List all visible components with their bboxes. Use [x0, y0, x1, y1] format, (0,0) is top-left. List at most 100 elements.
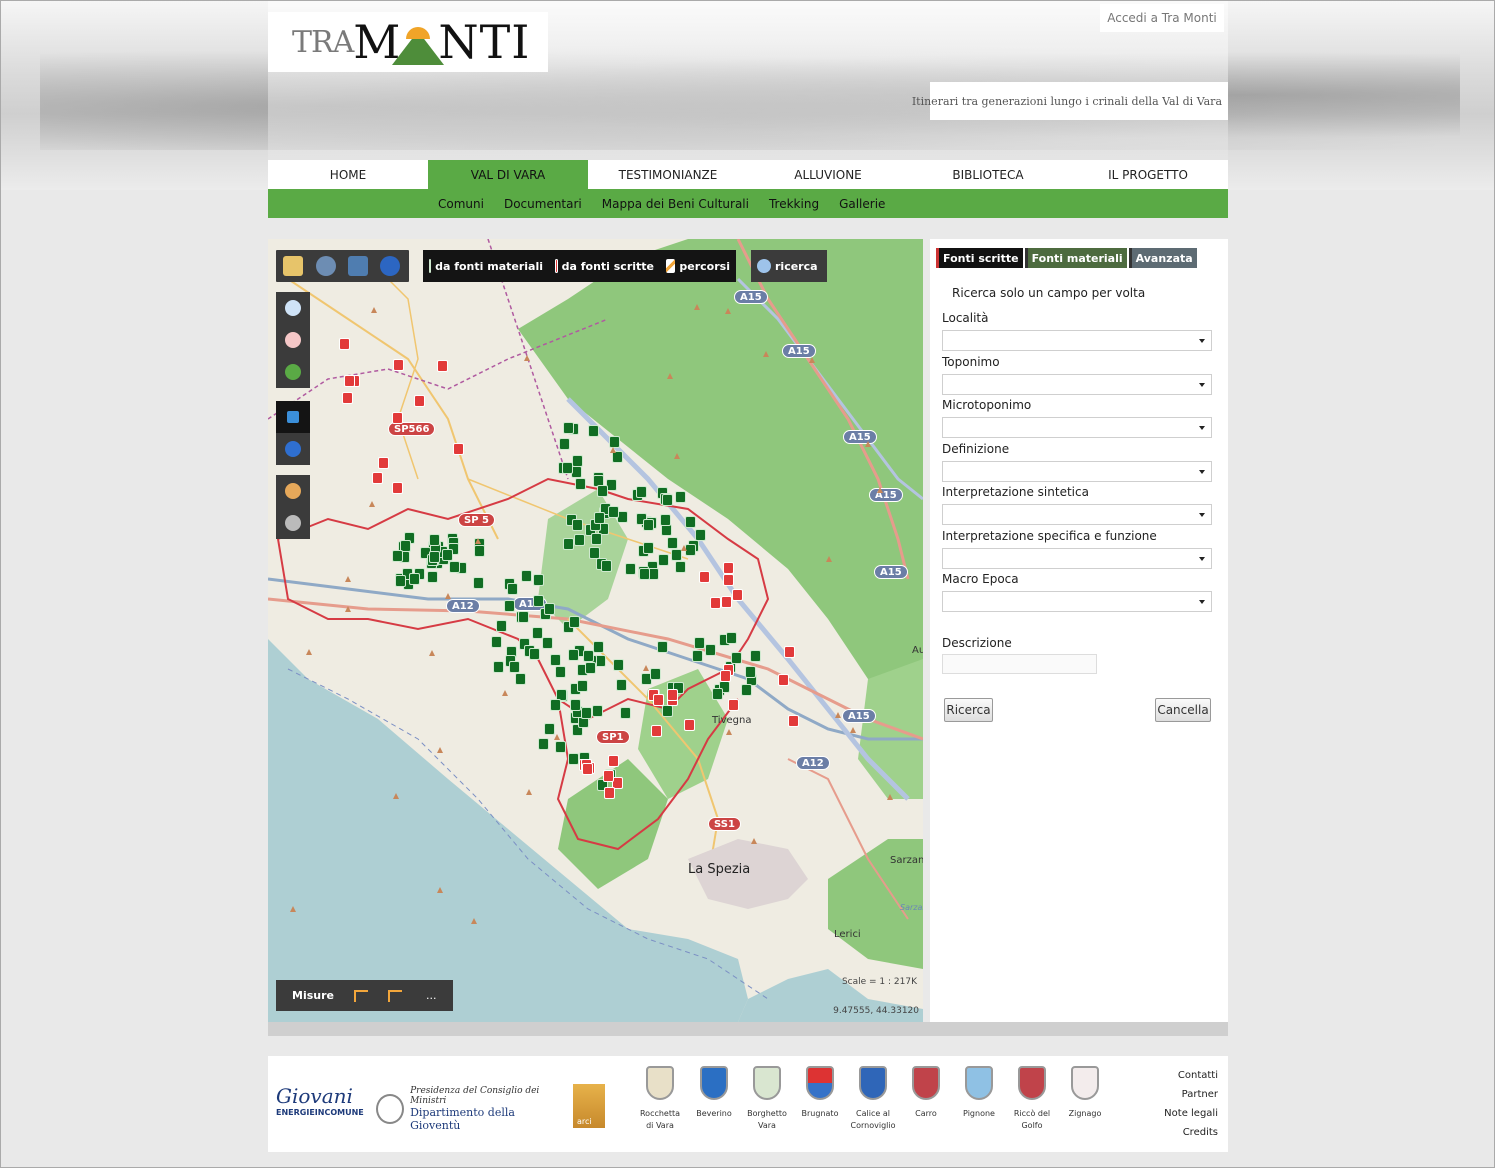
- material-source-marker-icon[interactable]: [531, 626, 543, 639]
- material-source-marker-icon[interactable]: [685, 516, 697, 529]
- subnav-comuni[interactable]: Comuni: [438, 197, 484, 211]
- material-source-marker-icon[interactable]: [392, 549, 404, 562]
- written-source-marker-icon[interactable]: [684, 719, 696, 732]
- written-source-marker-icon[interactable]: [393, 359, 405, 372]
- material-source-marker-icon[interactable]: [428, 533, 440, 546]
- material-source-marker-icon[interactable]: [613, 658, 625, 671]
- material-source-marker-icon[interactable]: [442, 549, 454, 562]
- material-source-marker-icon[interactable]: [705, 643, 717, 656]
- search-button[interactable]: Ricerca: [944, 698, 993, 722]
- footer-link-partner[interactable]: Partner: [1164, 1085, 1218, 1104]
- material-source-marker-icon[interactable]: [571, 454, 583, 467]
- written-source-marker-icon[interactable]: [651, 725, 662, 738]
- definizione-select[interactable]: [942, 461, 1212, 482]
- material-source-marker-icon[interactable]: [582, 650, 594, 663]
- written-source-marker-icon[interactable]: [392, 412, 404, 425]
- written-source-marker-icon[interactable]: [723, 573, 735, 586]
- material-source-marker-icon[interactable]: [473, 545, 485, 558]
- subnav-mappa-beni-culturali[interactable]: Mappa dei Beni Culturali: [602, 197, 749, 211]
- material-source-marker-icon[interactable]: [615, 678, 627, 691]
- crest-beverino[interactable]: Beverino: [686, 1066, 742, 1120]
- microtoponimo-select[interactable]: [942, 417, 1212, 438]
- material-source-marker-icon[interactable]: [570, 699, 582, 712]
- interpretazione-specifica-select[interactable]: [942, 548, 1212, 569]
- arci-logo[interactable]: arci: [573, 1084, 605, 1128]
- material-source-marker-icon[interactable]: [730, 652, 742, 665]
- written-source-marker-icon[interactable]: [437, 360, 449, 373]
- material-source-marker-icon[interactable]: [568, 752, 580, 765]
- written-source-marker-icon[interactable]: [602, 770, 614, 783]
- measure-more-button[interactable]: ...: [426, 989, 437, 1002]
- material-source-marker-icon[interactable]: [636, 485, 648, 498]
- material-source-marker-icon[interactable]: [617, 511, 629, 524]
- descrizione-input[interactable]: [942, 654, 1097, 674]
- written-source-marker-icon[interactable]: [604, 786, 616, 799]
- login-link[interactable]: Accedi a Tra Monti: [1100, 4, 1224, 32]
- material-source-marker-icon[interactable]: [643, 518, 655, 531]
- material-source-marker-icon[interactable]: [504, 599, 516, 612]
- zoom-box-out-button[interactable]: [276, 507, 310, 539]
- dipartimento-logo[interactable]: Presidenza del Consiglio dei Ministri Di…: [376, 1086, 566, 1132]
- material-source-marker-icon[interactable]: [543, 603, 555, 616]
- material-source-marker-icon[interactable]: [576, 679, 588, 692]
- written-source-marker-icon[interactable]: [722, 561, 734, 574]
- crest-rocchetta[interactable]: Rocchetta di Vara: [632, 1066, 688, 1132]
- material-source-marker-icon[interactable]: [554, 740, 566, 753]
- material-source-marker-icon[interactable]: [666, 536, 678, 549]
- material-source-marker-icon[interactable]: [662, 705, 674, 718]
- written-source-marker-icon[interactable]: [452, 443, 464, 456]
- material-source-marker-icon[interactable]: [608, 506, 620, 519]
- material-source-marker-icon[interactable]: [670, 549, 682, 562]
- search-layer-button[interactable]: ricerca: [751, 250, 827, 282]
- material-source-marker-icon[interactable]: [674, 491, 686, 504]
- material-source-marker-icon[interactable]: [529, 647, 541, 660]
- material-source-marker-icon[interactable]: [521, 569, 533, 582]
- material-source-marker-icon[interactable]: [584, 662, 596, 675]
- material-source-marker-icon[interactable]: [569, 616, 581, 629]
- material-source-marker-icon[interactable]: [691, 650, 703, 663]
- material-source-marker-icon[interactable]: [591, 705, 603, 718]
- material-source-marker-icon[interactable]: [472, 577, 484, 590]
- material-source-marker-icon[interactable]: [427, 570, 439, 583]
- material-source-marker-icon[interactable]: [694, 637, 706, 650]
- written-source-marker-icon[interactable]: [666, 688, 678, 701]
- written-source-marker-icon[interactable]: [582, 763, 594, 776]
- material-source-marker-icon[interactable]: [541, 636, 553, 649]
- material-source-marker-icon[interactable]: [491, 636, 503, 649]
- material-source-marker-icon[interactable]: [538, 737, 549, 750]
- material-source-marker-icon[interactable]: [568, 648, 580, 661]
- written-source-marker-icon[interactable]: [709, 596, 721, 609]
- material-source-marker-icon[interactable]: [507, 583, 519, 596]
- material-source-marker-icon[interactable]: [571, 518, 583, 531]
- pan-button[interactable]: [276, 401, 310, 433]
- material-source-marker-icon[interactable]: [662, 494, 674, 507]
- material-source-marker-icon[interactable]: [409, 573, 421, 586]
- interpretazione-sintetica-select[interactable]: [942, 504, 1212, 525]
- material-source-marker-icon[interactable]: [750, 649, 762, 662]
- material-source-marker-icon[interactable]: [449, 561, 461, 574]
- nav-home[interactable]: HOME: [268, 160, 428, 189]
- material-source-marker-icon[interactable]: [650, 667, 662, 680]
- written-source-marker-icon[interactable]: [607, 754, 619, 767]
- material-source-marker-icon[interactable]: [591, 533, 603, 546]
- osm-map-icon[interactable]: [283, 256, 303, 276]
- material-source-marker-icon[interactable]: [601, 559, 613, 572]
- written-source-marker-icon[interactable]: [788, 715, 800, 728]
- material-source-marker-icon[interactable]: [495, 620, 507, 633]
- localita-select[interactable]: [942, 330, 1212, 351]
- layer-percorsi[interactable]: percorsi: [660, 250, 736, 282]
- written-source-marker-icon[interactable]: [784, 646, 796, 659]
- written-source-marker-icon[interactable]: [731, 589, 743, 602]
- zoom-in-button[interactable]: [276, 292, 310, 324]
- footer-link-credits[interactable]: Credits: [1164, 1123, 1218, 1142]
- subnav-documentari[interactable]: Documentari: [504, 197, 582, 211]
- macro-epoca-select[interactable]: [942, 591, 1212, 612]
- crest-brugnato[interactable]: Brugnato: [792, 1066, 848, 1120]
- material-source-marker-icon[interactable]: [725, 632, 737, 645]
- crest-calice[interactable]: Calice al Cornoviglio: [845, 1066, 901, 1132]
- crest-pignone[interactable]: Pignone: [951, 1066, 1007, 1120]
- material-source-marker-icon[interactable]: [508, 660, 520, 673]
- subnav-trekking[interactable]: Trekking: [769, 197, 819, 211]
- material-source-marker-icon[interactable]: [593, 512, 605, 525]
- globe-icon[interactable]: [380, 256, 400, 276]
